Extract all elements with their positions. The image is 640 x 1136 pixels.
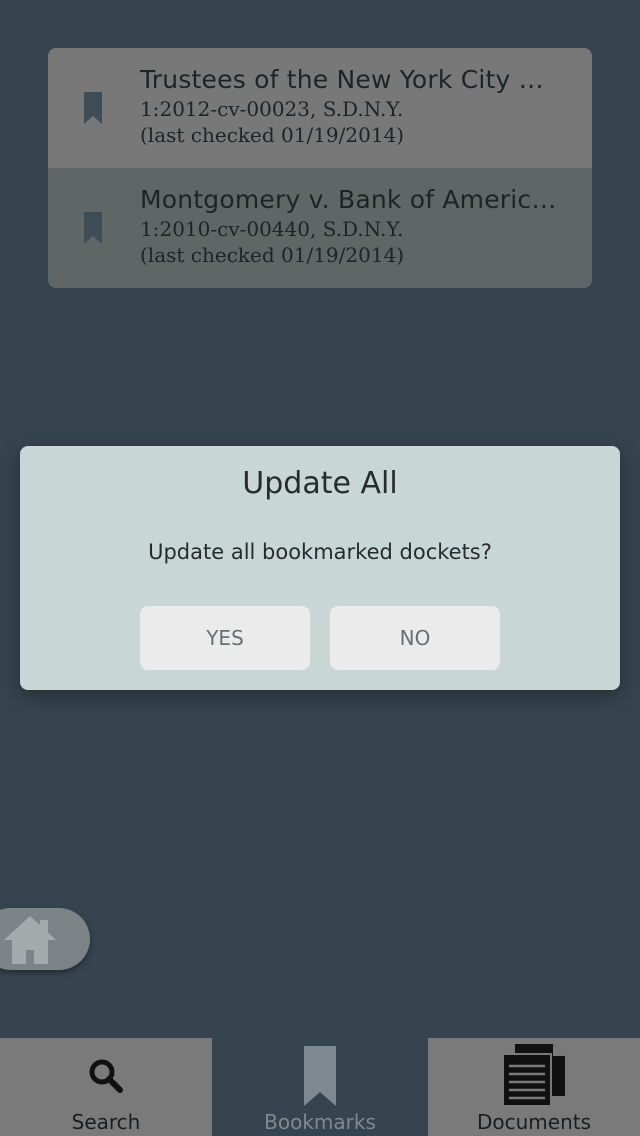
documents-icon [502, 1044, 565, 1107]
home-icon [4, 916, 56, 964]
update-all-dialog: Update All Update all bookmarked dockets… [20, 446, 620, 690]
bookmark-last-checked: (last checked 01/19/2014) [140, 243, 405, 267]
bookmark-row[interactable]: Montgomery v. Bank of Americ… 1:2010-cv-… [48, 168, 592, 288]
bookmark-title: Montgomery v. Bank of Americ… [140, 185, 557, 214]
tab-documents-label: Documents [476, 1110, 592, 1134]
no-button[interactable]: NO [330, 606, 500, 670]
bookmark-icon [304, 1046, 336, 1106]
search-icon [89, 1059, 123, 1093]
dialog-title: Update All [242, 466, 398, 501]
home-button[interactable] [0, 908, 90, 970]
bookmark-case-number: 1:2010-cv-00440, S.D.N.Y. [140, 217, 404, 241]
tab-bookmarks-label: Bookmarks [264, 1110, 376, 1134]
tab-bookmarks[interactable]: Bookmarks [212, 1038, 428, 1136]
bookmark-title: Trustees of the New York City Di… [140, 65, 560, 94]
bookmark-case-number: 1:2012-cv-00023, S.D.N.Y. [140, 97, 404, 121]
dialog-message: Update all bookmarked dockets? [148, 540, 492, 564]
bookmark-icon [84, 212, 102, 244]
tab-search-label: Search [71, 1110, 141, 1134]
bookmark-icon [84, 92, 102, 124]
bookmark-row[interactable]: Trustees of the New York City Di… 1:2012… [48, 48, 592, 168]
bookmark-list: Trustees of the New York City Di… 1:2012… [48, 48, 592, 288]
yes-button[interactable]: YES [140, 606, 310, 670]
tab-bar: Search Bookmarks Documents [0, 1038, 640, 1136]
tab-search[interactable]: Search [0, 1038, 212, 1136]
bookmark-last-checked: (last checked 01/19/2014) [140, 123, 405, 147]
tab-documents[interactable]: Documents [428, 1038, 640, 1136]
